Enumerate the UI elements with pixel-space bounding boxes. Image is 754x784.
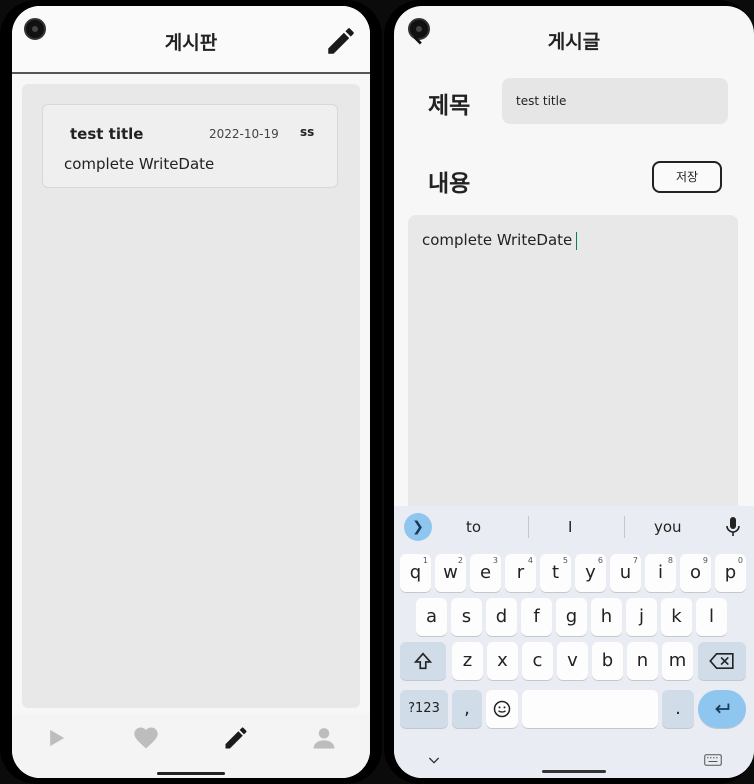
period-key[interactable]: . (662, 690, 694, 728)
key-n[interactable]: n (627, 642, 658, 680)
page-title: 게시판 (164, 32, 218, 54)
write-screen: 게시글 제목 test title 내용 저장 complete WriteDa… (394, 6, 754, 778)
key-letter: u (619, 562, 632, 583)
board-screen: 게시판 test title 2022-10-19 ss complete Wr… (12, 6, 370, 778)
key-v[interactable]: v (557, 642, 588, 680)
divider (528, 516, 529, 538)
post-content: complete WriteDate (64, 155, 215, 173)
backspace-icon (709, 652, 734, 670)
key-number-hint: 2 (457, 556, 463, 565)
post-author: ss (300, 125, 315, 139)
key-k[interactable]: k (661, 598, 692, 636)
key-letter: w (443, 562, 458, 583)
key-l[interactable]: l (696, 598, 727, 636)
key-y[interactable]: y6 (575, 554, 606, 592)
key-q[interactable]: q1 (400, 554, 431, 592)
save-button[interactable]: 저장 (652, 161, 722, 193)
key-h[interactable]: h (591, 598, 622, 636)
key-x[interactable]: x (487, 642, 518, 680)
symbols-key[interactable]: ?123 (400, 690, 448, 728)
key-letter: q (409, 562, 422, 583)
key-w[interactable]: w2 (435, 554, 466, 592)
home-indicator[interactable] (157, 772, 225, 775)
post-card[interactable]: test title 2022-10-19 ss complete WriteD… (42, 104, 338, 188)
post-list: test title 2022-10-19 ss complete WriteD… (22, 84, 360, 708)
key-r[interactable]: r4 (505, 554, 536, 592)
key-m[interactable]: m (662, 642, 693, 680)
emoji-key[interactable] (486, 690, 518, 728)
shift-icon (413, 652, 433, 670)
content-textarea[interactable]: complete WriteDate (408, 215, 738, 515)
person-icon[interactable] (310, 724, 338, 752)
pencil-icon[interactable] (222, 724, 250, 752)
soft-keyboard: ❯ to I you q1w2e3r4t5y6u7i8o9p0 asdfghjk… (394, 506, 754, 778)
title-input[interactable]: test title (502, 78, 728, 124)
microphone-icon[interactable] (726, 516, 740, 538)
key-number-hint: 6 (597, 556, 603, 565)
pencil-icon[interactable] (324, 24, 358, 58)
key-number-hint: 3 (492, 556, 498, 565)
key-b[interactable]: b (592, 642, 623, 680)
chevron-down-icon[interactable] (426, 752, 442, 768)
key-number-hint: 8 (667, 556, 673, 565)
key-letter: e (479, 562, 492, 583)
shift-key[interactable] (400, 642, 446, 680)
app-bar: 게시판 (12, 6, 370, 74)
key-u[interactable]: u7 (610, 554, 641, 592)
key-number-hint: 9 (702, 556, 708, 565)
key-number-hint: 0 (737, 556, 743, 565)
play-icon[interactable] (42, 724, 70, 752)
bottom-nav (12, 714, 370, 778)
key-j[interactable]: j (626, 598, 657, 636)
key-letter: y (585, 562, 596, 583)
key-number-hint: 1 (422, 556, 428, 565)
key-t[interactable]: t5 (540, 554, 571, 592)
key-f[interactable]: f (521, 598, 552, 636)
key-number-hint: 5 (562, 556, 568, 565)
text-cursor (576, 231, 578, 250)
key-o[interactable]: o9 (680, 554, 711, 592)
space-key[interactable] (522, 690, 658, 728)
key-i[interactable]: i8 (645, 554, 676, 592)
post-date: 2022-10-19 (209, 127, 279, 141)
key-d[interactable]: d (486, 598, 517, 636)
right-phone-frame: 게시글 제목 test title 내용 저장 complete WriteDa… (384, 0, 754, 784)
content-value: complete WriteDate (422, 231, 573, 249)
suggestion-2[interactable]: I (568, 518, 572, 536)
heart-icon[interactable] (132, 724, 160, 752)
comma-key[interactable]: , (452, 690, 482, 728)
key-p[interactable]: p0 (715, 554, 746, 592)
key-letter: t (551, 562, 560, 583)
key-e[interactable]: e3 (470, 554, 501, 592)
enter-key[interactable] (698, 690, 746, 728)
emoji-icon (493, 700, 511, 718)
key-letter: o (689, 562, 701, 583)
post-title: test title (70, 125, 144, 143)
left-phone-frame: 게시판 test title 2022-10-19 ss complete Wr… (0, 0, 382, 784)
key-letter: r (516, 562, 525, 583)
home-indicator[interactable] (542, 770, 606, 773)
content-label: 내용 (428, 171, 471, 197)
suggestion-3[interactable]: you (654, 518, 682, 536)
key-number-hint: 4 (527, 556, 533, 565)
chevron-right-icon[interactable]: ❯ (404, 513, 432, 541)
key-g[interactable]: g (556, 598, 587, 636)
key-number-hint: 7 (632, 556, 638, 565)
key-c[interactable]: c (522, 642, 553, 680)
key-a[interactable]: a (416, 598, 447, 636)
title-label: 제목 (428, 93, 471, 119)
page-title: 게시글 (547, 31, 601, 53)
content-text-wrap: complete WriteDate (422, 231, 578, 250)
key-letter: i (657, 562, 663, 583)
key-letter: p (724, 562, 737, 583)
suggestion-1[interactable]: to (466, 518, 481, 536)
key-s[interactable]: s (451, 598, 482, 636)
divider (624, 516, 625, 538)
enter-icon (715, 703, 730, 714)
keyboard-switch-icon[interactable] (704, 754, 722, 766)
suggestion-bar: ❯ to I you (394, 506, 754, 548)
key-z[interactable]: z (452, 642, 483, 680)
backspace-key[interactable] (698, 642, 746, 680)
